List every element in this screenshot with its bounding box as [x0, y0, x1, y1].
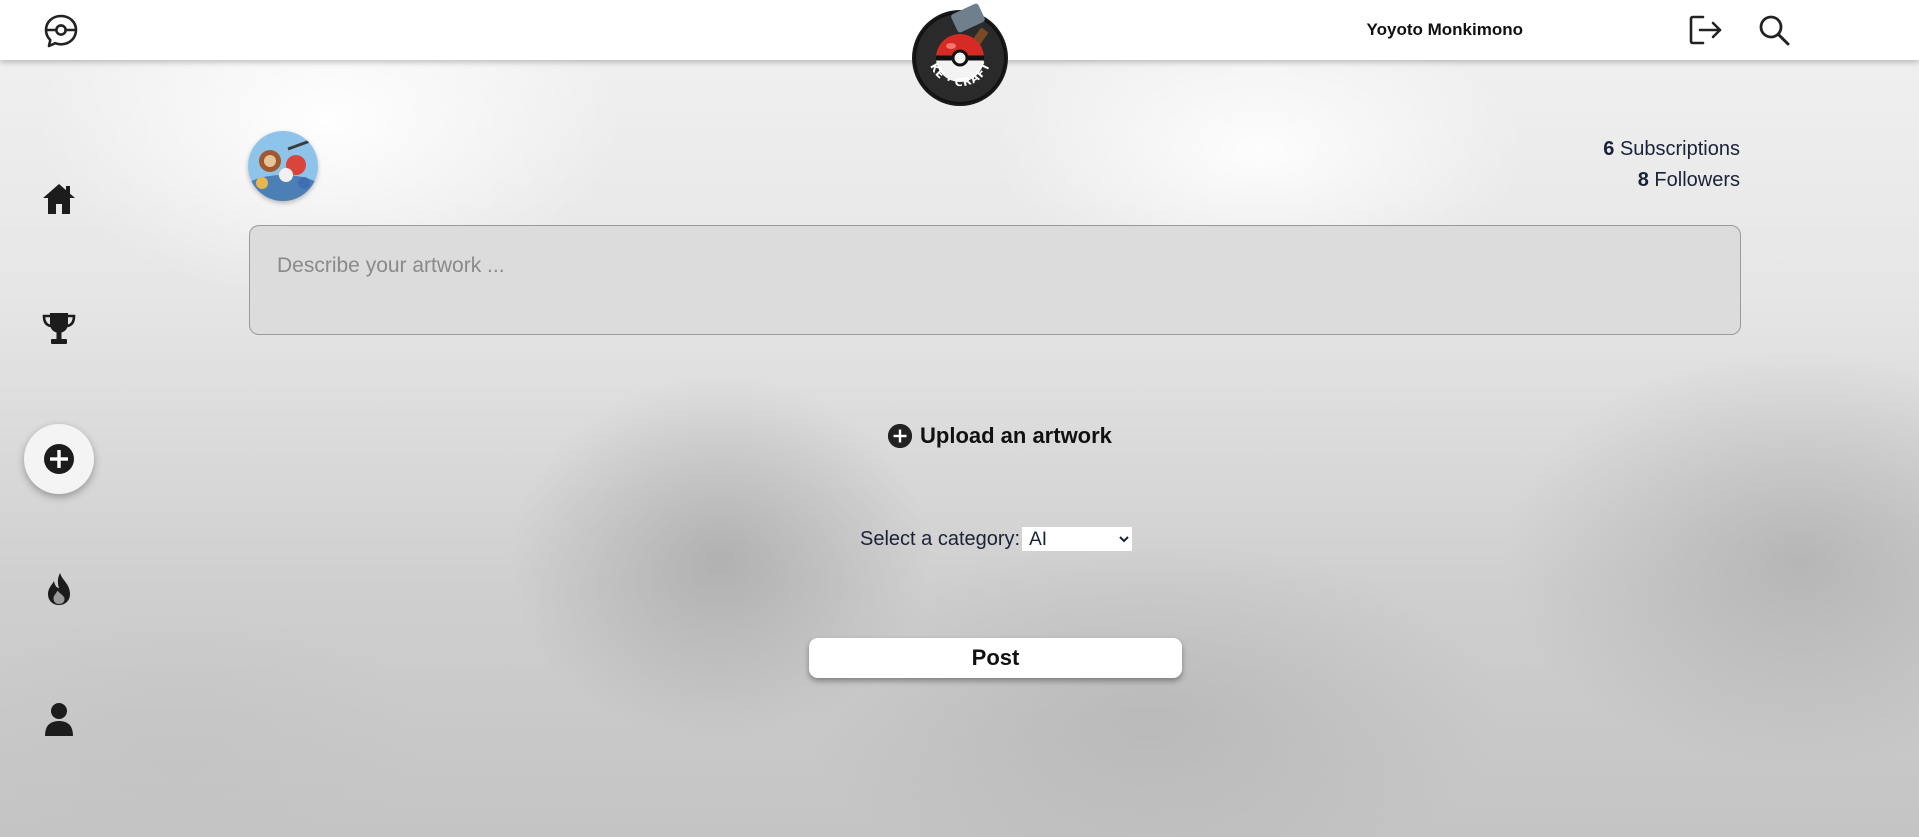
subscriptions-label: Subscriptions [1619, 138, 1740, 160]
subscriptions-stat[interactable]: 6 Subscriptions [1603, 134, 1740, 165]
logout-icon[interactable] [1688, 13, 1724, 47]
category-select[interactable]: AI [1022, 527, 1133, 551]
followers-stat[interactable]: 8 Followers [1603, 165, 1740, 196]
upload-artwork-button[interactable]: Upload an artwork [888, 422, 1112, 450]
home-icon[interactable] [40, 180, 78, 218]
post-button[interactable]: Post [809, 638, 1182, 678]
subscriptions-count: 6 [1603, 138, 1615, 160]
followers-label: Followers [1654, 169, 1740, 191]
user-icon[interactable] [40, 700, 78, 738]
search-icon[interactable] [1757, 13, 1791, 47]
plus-circle-icon[interactable] [40, 440, 78, 478]
trophy-icon[interactable] [40, 309, 78, 347]
profile-stats: 6 Subscriptions 8 Followers [1603, 134, 1740, 196]
flame-icon[interactable] [40, 570, 78, 608]
category-label: Select a category: [860, 527, 1021, 550]
avatar[interactable] [248, 131, 318, 201]
poke-crafter-logo[interactable]: POKE · CRAFTER [900, 0, 1015, 110]
followers-count: 8 [1637, 169, 1649, 191]
artwork-description-input[interactable] [249, 225, 1741, 335]
upload-artwork-label: Upload an artwork [920, 423, 1112, 448]
username-label[interactable]: Yoyoto Monkimono [1367, 20, 1523, 40]
plus-circle-icon [888, 424, 912, 448]
pokeball-chat-icon[interactable] [42, 12, 80, 50]
category-selector: Select a category: AI [860, 527, 1133, 551]
